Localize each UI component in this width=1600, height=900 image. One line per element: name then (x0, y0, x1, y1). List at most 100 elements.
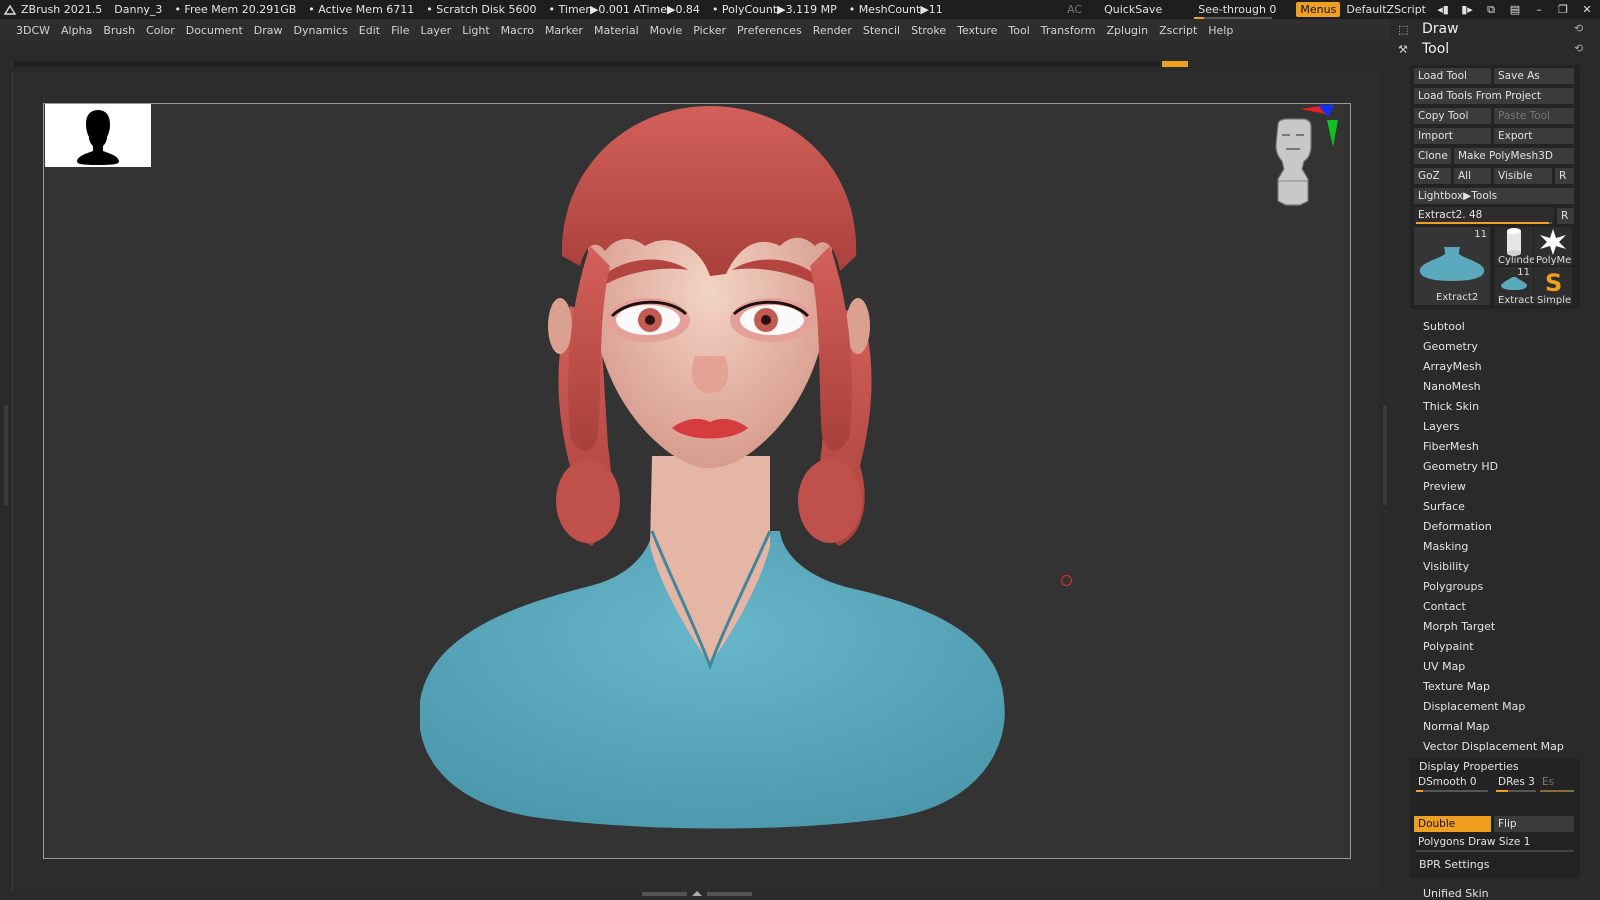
left-tray-handle[interactable] (4, 405, 8, 505)
menu-movie[interactable]: Movie (650, 24, 683, 37)
menu-stroke[interactable]: Stroke (911, 24, 946, 37)
polygons-draw-size-slider[interactable]: Polygons Draw Size 1 (1414, 834, 1574, 850)
right-tray-handle[interactable] (1383, 405, 1387, 505)
dres-slider[interactable]: DRes 3 (1494, 774, 1538, 790)
load-from-project-button[interactable]: Load Tools From Project (1414, 88, 1574, 104)
paste-tool-button[interactable]: Paste Tool (1494, 108, 1574, 124)
subpalette-polygroups[interactable]: Polygroups (1423, 580, 1483, 593)
subpalette-texture-map[interactable]: Texture Map (1423, 680, 1490, 693)
subpalette-contact[interactable]: Contact (1423, 600, 1466, 613)
subpalette-normal-map[interactable]: Normal Map (1423, 720, 1490, 733)
save-as-button[interactable]: Save As (1494, 68, 1574, 84)
subpalette-thick-skin[interactable]: Thick Skin (1423, 400, 1479, 413)
menu-document[interactable]: Document (186, 24, 243, 37)
unified-skin-item[interactable]: Unified Skin (1423, 887, 1489, 900)
extract-small-thumbnail[interactable]: 11 Extract2 (1495, 267, 1540, 306)
subpalette-nanomesh[interactable]: NanoMesh (1423, 380, 1481, 393)
tool-palette-header[interactable]: ⚒ Tool (1398, 41, 1449, 57)
menu-layer[interactable]: Layer (421, 24, 452, 37)
copy-tool-button[interactable]: Copy Tool (1414, 108, 1491, 124)
cylinder-tool-thumbnail[interactable]: Cylinder (1495, 227, 1539, 266)
extract-r-button[interactable]: R (1557, 208, 1574, 224)
menu-stencil[interactable]: Stencil (863, 24, 900, 37)
menu-tool[interactable]: Tool (1008, 24, 1029, 37)
menu-brush[interactable]: Brush (103, 24, 135, 37)
subpalette-fibermesh[interactable]: FiberMesh (1423, 440, 1479, 453)
menu-3dcw[interactable]: 3DCW (16, 24, 50, 37)
menu-material[interactable]: Material (594, 24, 639, 37)
draw-reset-icon[interactable]: ⟲ (1574, 22, 1592, 35)
menu-alpha[interactable]: Alpha (61, 24, 92, 37)
minimize-icon[interactable]: – (1532, 3, 1546, 16)
menu-texture[interactable]: Texture (957, 24, 997, 37)
polymesh-tool-thumbnail[interactable]: PolyMes (1534, 227, 1572, 265)
menu-dynamics[interactable]: Dynamics (294, 24, 348, 37)
menu-light[interactable]: Light (462, 24, 489, 37)
subpalette-layers[interactable]: Layers (1423, 420, 1459, 433)
menu-transform[interactable]: Transform (1041, 24, 1096, 37)
make-polymesh-button[interactable]: Make PolyMesh3D (1454, 148, 1574, 164)
load-tool-button[interactable]: Load Tool (1414, 68, 1491, 84)
menu-render[interactable]: Render (813, 24, 852, 37)
menu-file[interactable]: File (391, 24, 409, 37)
subpalette-subtool[interactable]: Subtool (1423, 320, 1465, 333)
layout-icon[interactable]: ⧉ (1484, 3, 1498, 17)
menu-picker[interactable]: Picker (693, 24, 726, 37)
subpalette-morph-target[interactable]: Morph Target (1423, 620, 1495, 633)
export-button[interactable]: Export (1494, 128, 1574, 144)
subpalette-masking[interactable]: Masking (1423, 540, 1468, 553)
thumbnail-navigator[interactable] (45, 104, 151, 167)
goz-r-button[interactable]: R (1555, 168, 1574, 184)
character-bust-model[interactable] (420, 106, 1020, 846)
import-button[interactable]: Import (1414, 128, 1491, 144)
draw-palette-header[interactable]: ⬚ Draw (1398, 21, 1459, 37)
subpalette-geometry-hd[interactable]: Geometry HD (1423, 460, 1498, 473)
menu-macro[interactable]: Macro (501, 24, 534, 37)
subpalette-surface[interactable]: Surface (1423, 500, 1465, 513)
subpalette-displacement-map[interactable]: Displacement Map (1423, 700, 1525, 713)
maximize-icon[interactable]: ❐ (1556, 3, 1570, 16)
see-through-slider[interactable]: See-through 0 (1194, 3, 1280, 19)
menu-preferences[interactable]: Preferences (737, 24, 802, 37)
current-tool-thumbnail[interactable]: 11 Extract2 (1414, 227, 1490, 305)
subpalette-uv-map[interactable]: UV Map (1423, 660, 1465, 673)
subpalette-geometry[interactable]: Geometry (1423, 340, 1478, 353)
menu-help[interactable]: Help (1208, 24, 1233, 37)
close-icon[interactable]: ✕ (1580, 3, 1594, 16)
menu-color[interactable]: Color (146, 24, 175, 37)
tool-reset-icon[interactable]: ⟲ (1574, 42, 1592, 55)
default-zscript-button[interactable]: DefaultZScript (1346, 3, 1426, 16)
interface-icon[interactable]: ▤ (1508, 3, 1522, 16)
subpalette-deformation[interactable]: Deformation (1423, 520, 1492, 533)
subpalette-visibility[interactable]: Visibility (1423, 560, 1469, 573)
es-slider[interactable]: Es (1538, 774, 1574, 790)
subpalette-preview[interactable]: Preview (1423, 480, 1466, 493)
subpalette-arraymesh[interactable]: ArrayMesh (1423, 360, 1482, 373)
bpr-settings-item[interactable]: BPR Settings (1419, 858, 1489, 871)
goz-button[interactable]: GoZ (1414, 168, 1451, 184)
menu-zscript[interactable]: Zscript (1159, 24, 1197, 37)
ac-button[interactable]: AC (1067, 3, 1082, 16)
dsmooth-slider[interactable]: DSmooth 0 (1414, 774, 1492, 790)
goz-visible-button[interactable]: Visible (1494, 168, 1552, 184)
quicksave-button[interactable]: QuickSave (1104, 3, 1162, 16)
top-shelf[interactable] (14, 61, 1188, 67)
subpalette-vector-displacement-map[interactable]: Vector Displacement Map (1423, 740, 1564, 753)
extract-tool-slider[interactable]: Extract2. 48 (1414, 207, 1554, 223)
menus-toggle-button[interactable]: Menus (1296, 2, 1341, 17)
right-arrows-icon[interactable]: ▮▸ (1460, 3, 1474, 16)
bottom-tray-handle[interactable] (642, 891, 752, 897)
display-properties-title[interactable]: Display Properties (1419, 760, 1519, 773)
menu-marker[interactable]: Marker (545, 24, 583, 37)
menu-edit[interactable]: Edit (359, 24, 380, 37)
orientation-gizmo[interactable] (1266, 101, 1356, 211)
double-toggle[interactable]: Double (1414, 816, 1491, 832)
subpalette-polypaint[interactable]: Polypaint (1423, 640, 1474, 653)
clone-button[interactable]: Clone (1414, 148, 1451, 164)
goz-all-button[interactable]: All (1454, 168, 1491, 184)
menu-zplugin[interactable]: Zplugin (1107, 24, 1149, 37)
simplebrush-tool-thumbnail[interactable]: S SimpleB (1534, 267, 1572, 305)
flip-toggle[interactable]: Flip (1494, 816, 1574, 832)
lightbox-tools-button[interactable]: Lightbox▶Tools (1414, 188, 1574, 204)
left-arrows-icon[interactable]: ◂▮ (1436, 3, 1450, 16)
